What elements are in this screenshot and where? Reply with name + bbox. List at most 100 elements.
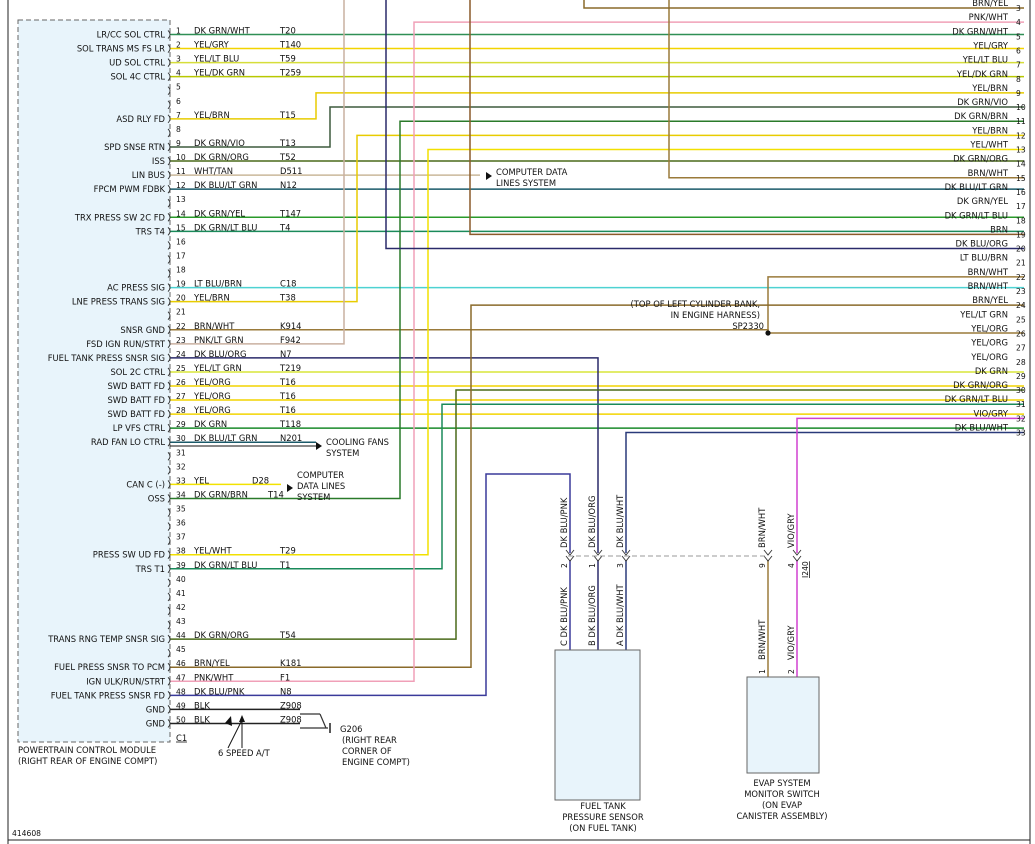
pin-color-28: YEL/ORG	[193, 405, 231, 415]
pin-number-21: 21	[176, 308, 186, 317]
pcm-connector-id: C1	[176, 733, 187, 743]
fuel-sensor-pin-color-C: C DK BLU/PNK	[559, 587, 569, 646]
evap-pin-color-1: BRN/WHT	[757, 619, 767, 660]
pin-function-24: FUEL TANK PRESS SNSR SIG	[48, 353, 165, 363]
right-wire-color-23: BRN/WHT	[968, 281, 1009, 291]
pin-number-47: 47	[176, 673, 186, 682]
fuel-sensor-wire-pin-1: 1	[588, 563, 597, 568]
pin-color-12: DK BLU/LT GRN	[194, 180, 257, 190]
note-arrow-icon-2	[225, 716, 232, 726]
pin-circuit-48: N8	[280, 686, 292, 696]
pin-function-9: SPD SNSE RTN	[104, 142, 165, 152]
pin-number-46: 46	[176, 659, 186, 668]
right-wire-num-5: 5	[1016, 32, 1021, 41]
pin-circuit-24: N7	[280, 349, 292, 359]
right-wire-num-33: 33	[1016, 429, 1026, 438]
pin-circuit-46: K181	[280, 658, 301, 668]
right-wire-num-24: 24	[1016, 301, 1026, 310]
pin-color-48: DK BLU/PNK	[194, 686, 245, 696]
right-wire-color-15: BRN/WHT	[968, 168, 1009, 178]
lin-bus-ref-line1: COMPUTER DATA	[496, 167, 568, 177]
pin-number-13: 13	[176, 195, 186, 204]
right-wire-num-8: 8	[1016, 75, 1021, 84]
evap-pin-num-1: 1	[758, 669, 767, 674]
pin-number-41: 41	[176, 589, 186, 598]
pin-function-33: CAN C (-)	[126, 479, 165, 489]
right-wire-num-13: 13	[1016, 146, 1026, 155]
pin-circuit-20: T38	[279, 293, 296, 303]
pin-circuit-47: F1	[280, 672, 290, 682]
right-wire-num-23: 23	[1016, 287, 1026, 296]
pcm-title: POWERTRAIN CONTROL MODULE	[18, 745, 156, 755]
pin-color-23: PNK/LT GRN	[194, 335, 244, 345]
six-speed-label: 6 SPEED A/T	[218, 748, 271, 758]
evap-title-1: EVAP SYSTEM	[753, 778, 810, 788]
pin-function-22: SNSR GND	[120, 325, 165, 335]
lin-bus-ref-line2: LINES SYSTEM	[496, 178, 556, 188]
pin-circuit-28: T16	[279, 405, 296, 415]
pin-color-3: YEL/LT BLU	[193, 54, 239, 64]
right-wire-color-11: DK GRN/BRN	[954, 111, 1008, 121]
pin-circuit-12: N12	[280, 180, 297, 190]
right-wire-num-22: 22	[1016, 273, 1026, 282]
pin-number-20: 20	[176, 294, 186, 303]
pin-function-7: ASD RLY FD	[116, 114, 165, 124]
pin-function-28: SWD BATT FD	[107, 409, 165, 419]
pin-function-11: LIN BUS	[132, 170, 165, 180]
pin-circuit-29: T118	[279, 419, 301, 429]
fuel-sensor-title-2: PRESSURE SENSOR	[562, 812, 643, 822]
pin-color-44: DK GRN/ORG	[194, 630, 249, 640]
right-wire-num-3: 3	[1016, 4, 1021, 13]
pin-color-29: DK GRN	[194, 419, 227, 429]
pin-color-39: DK GRN/LT BLU	[194, 560, 257, 570]
ground-loc-line3: ENGINE COMPT)	[342, 757, 410, 767]
pin-number-39: 39	[176, 561, 186, 570]
pin-circuit-11: D511	[280, 166, 302, 176]
pin-color-20: YEL/BRN	[193, 293, 230, 303]
pin-function-47: IGN ULK/RUN/STRT	[86, 676, 166, 686]
pin-color-7: YEL/BRN	[193, 110, 230, 120]
pin-number-28: 28	[176, 406, 186, 415]
right-wire-num-31: 31	[1016, 400, 1026, 409]
pin-circuit-1: T20	[279, 26, 296, 36]
pin-color-26: YEL/ORG	[193, 377, 231, 387]
right-wire-color-20: DK BLU/ORG	[956, 239, 1008, 249]
pin-color-30: DK BLU/LT GRN	[194, 433, 257, 443]
right-wire-num-4: 4	[1016, 18, 1021, 27]
right-wire-color-30: DK GRN/ORG	[953, 380, 1008, 390]
six-speed-note: 6 SPEED A/T	[218, 715, 271, 758]
right-wire-color-6: YEL/GRY	[972, 40, 1009, 50]
right-wire-num-28: 28	[1016, 358, 1026, 367]
pin-number-49: 49	[176, 701, 186, 710]
note-arrow-icon	[239, 715, 245, 722]
pin-number-32: 32	[176, 462, 186, 471]
pin-color-9: DK GRN/VIO	[194, 138, 245, 148]
evap-title-3: (ON EVAP	[762, 800, 802, 810]
pin-function-25: SOL 2C CTRL	[110, 367, 165, 377]
right-wire-num-19: 19	[1016, 230, 1026, 239]
right-wire-color-7: YEL/LT BLU	[962, 55, 1008, 65]
ground-id: G206	[340, 724, 362, 734]
fuel-sensor-wire-pin-3: 3	[616, 563, 625, 568]
wire-pin-9	[170, 106, 1024, 148]
right-wire-color-9: YEL/BRN	[971, 83, 1008, 93]
right-wire-color-25: YEL/LT GRN	[959, 309, 1008, 319]
right-wire-color-4: PNK/WHT	[969, 12, 1009, 22]
right-wire-num-14: 14	[1016, 160, 1026, 169]
pin-color-25: YEL/LT GRN	[193, 363, 242, 373]
evap-box	[746, 676, 820, 774]
fuel-sensor-title-1: FUEL TANK	[580, 801, 626, 811]
pin-number-9: 9	[176, 139, 181, 148]
right-wire-num-17: 17	[1016, 202, 1026, 211]
wire-pin-24	[170, 357, 599, 553]
pin-circuit-39: T1	[279, 560, 290, 570]
pin-number-5: 5	[176, 83, 181, 92]
pin-number-37: 37	[176, 533, 186, 542]
pin-function-14: TRX PRESS SW 2C FD	[74, 212, 165, 222]
right-wire-num-20: 20	[1016, 245, 1026, 254]
pin-function-15: TRS T4	[135, 226, 165, 236]
fuel-sensor-pin-color-B: B DK BLU/ORG	[587, 585, 597, 646]
evap-connector-id: I240	[801, 561, 810, 578]
can-c-arrow-icon	[287, 484, 293, 492]
right-wire-num-10: 10	[1016, 103, 1026, 112]
